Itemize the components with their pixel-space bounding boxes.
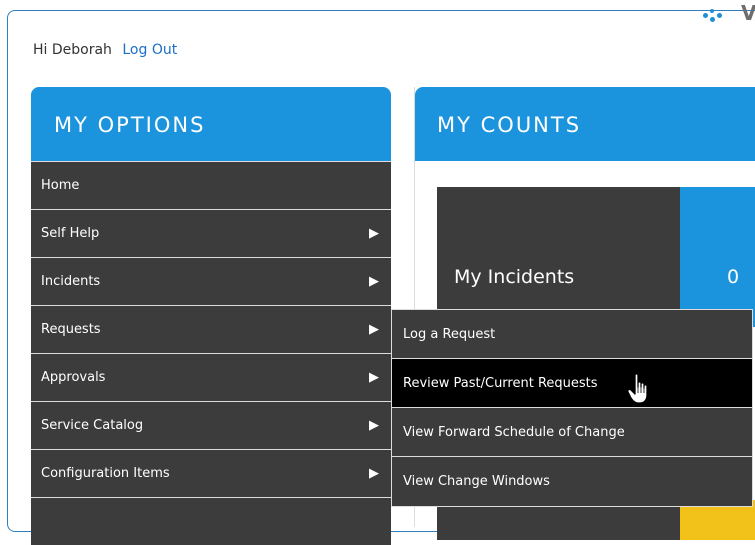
my-options-header: MY OPTIONS [31, 87, 391, 161]
menu-item-label: Approvals [41, 370, 106, 385]
submenu-item-log-request[interactable]: Log a Request [392, 310, 752, 359]
submenu-item-label: View Change Windows [403, 474, 550, 489]
menu-item-service-catalog[interactable]: Service Catalog ▶ [31, 401, 391, 449]
menu-item-label: Self Help [41, 226, 100, 241]
menu-item-self-help[interactable]: Self Help ▶ [31, 209, 391, 257]
options-menu: Home Self Help ▶ Incidents ▶ Requests ▶ … [31, 161, 391, 545]
my-counts-header: MY COUNTS [415, 87, 755, 161]
menu-item-label: Requests [41, 322, 101, 337]
menu-item-label: Configuration Items [41, 466, 170, 481]
menu-item-configuration-items[interactable]: Configuration Items ▶ [31, 449, 391, 497]
menu-item-requests[interactable]: Requests ▶ [31, 305, 391, 353]
triangle-right-icon: ▶ [369, 322, 379, 337]
submenu-item-change-windows[interactable]: View Change Windows [392, 457, 752, 506]
submenu-item-review-requests[interactable]: Review Past/Current Requests [392, 359, 752, 408]
triangle-right-icon: ▶ [369, 370, 379, 385]
menu-item-more[interactable] [31, 497, 391, 545]
count-label: My Incidents [437, 187, 680, 327]
menu-item-incidents[interactable]: Incidents ▶ [31, 257, 391, 305]
triangle-right-icon: ▶ [369, 274, 379, 289]
greeting-text: Hi Deborah [33, 42, 112, 58]
my-options-panel: MY OPTIONS Home Self Help ▶ Incidents ▶ … [31, 87, 391, 545]
user-greeting: Hi Deborah Log Out [33, 42, 177, 58]
menu-item-label: Incidents [41, 274, 101, 289]
count-value: 0 [680, 187, 755, 327]
submenu-item-label: View Forward Schedule of Change [403, 425, 625, 440]
logo-letter: V [741, 1, 755, 25]
hand-pointer-icon [627, 373, 648, 404]
triangle-right-icon: ▶ [369, 226, 379, 241]
triangle-right-icon: ▶ [369, 418, 379, 433]
submenu-item-label: Review Past/Current Requests [403, 376, 598, 391]
menu-item-approvals[interactable]: Approvals ▶ [31, 353, 391, 401]
menu-item-home[interactable]: Home [31, 161, 391, 209]
triangle-right-icon: ▶ [369, 466, 379, 481]
logo-icon [703, 8, 733, 26]
submenu-item-label: Log a Request [403, 327, 496, 342]
count-row-incidents[interactable]: My Incidents 0 [437, 187, 755, 327]
submenu-item-forward-schedule[interactable]: View Forward Schedule of Change [392, 408, 752, 457]
menu-item-label: Service Catalog [41, 418, 144, 433]
requests-submenu: Log a Request Review Past/Current Reques… [391, 309, 753, 507]
logout-link[interactable]: Log Out [122, 42, 177, 58]
menu-item-label: Home [41, 178, 80, 193]
